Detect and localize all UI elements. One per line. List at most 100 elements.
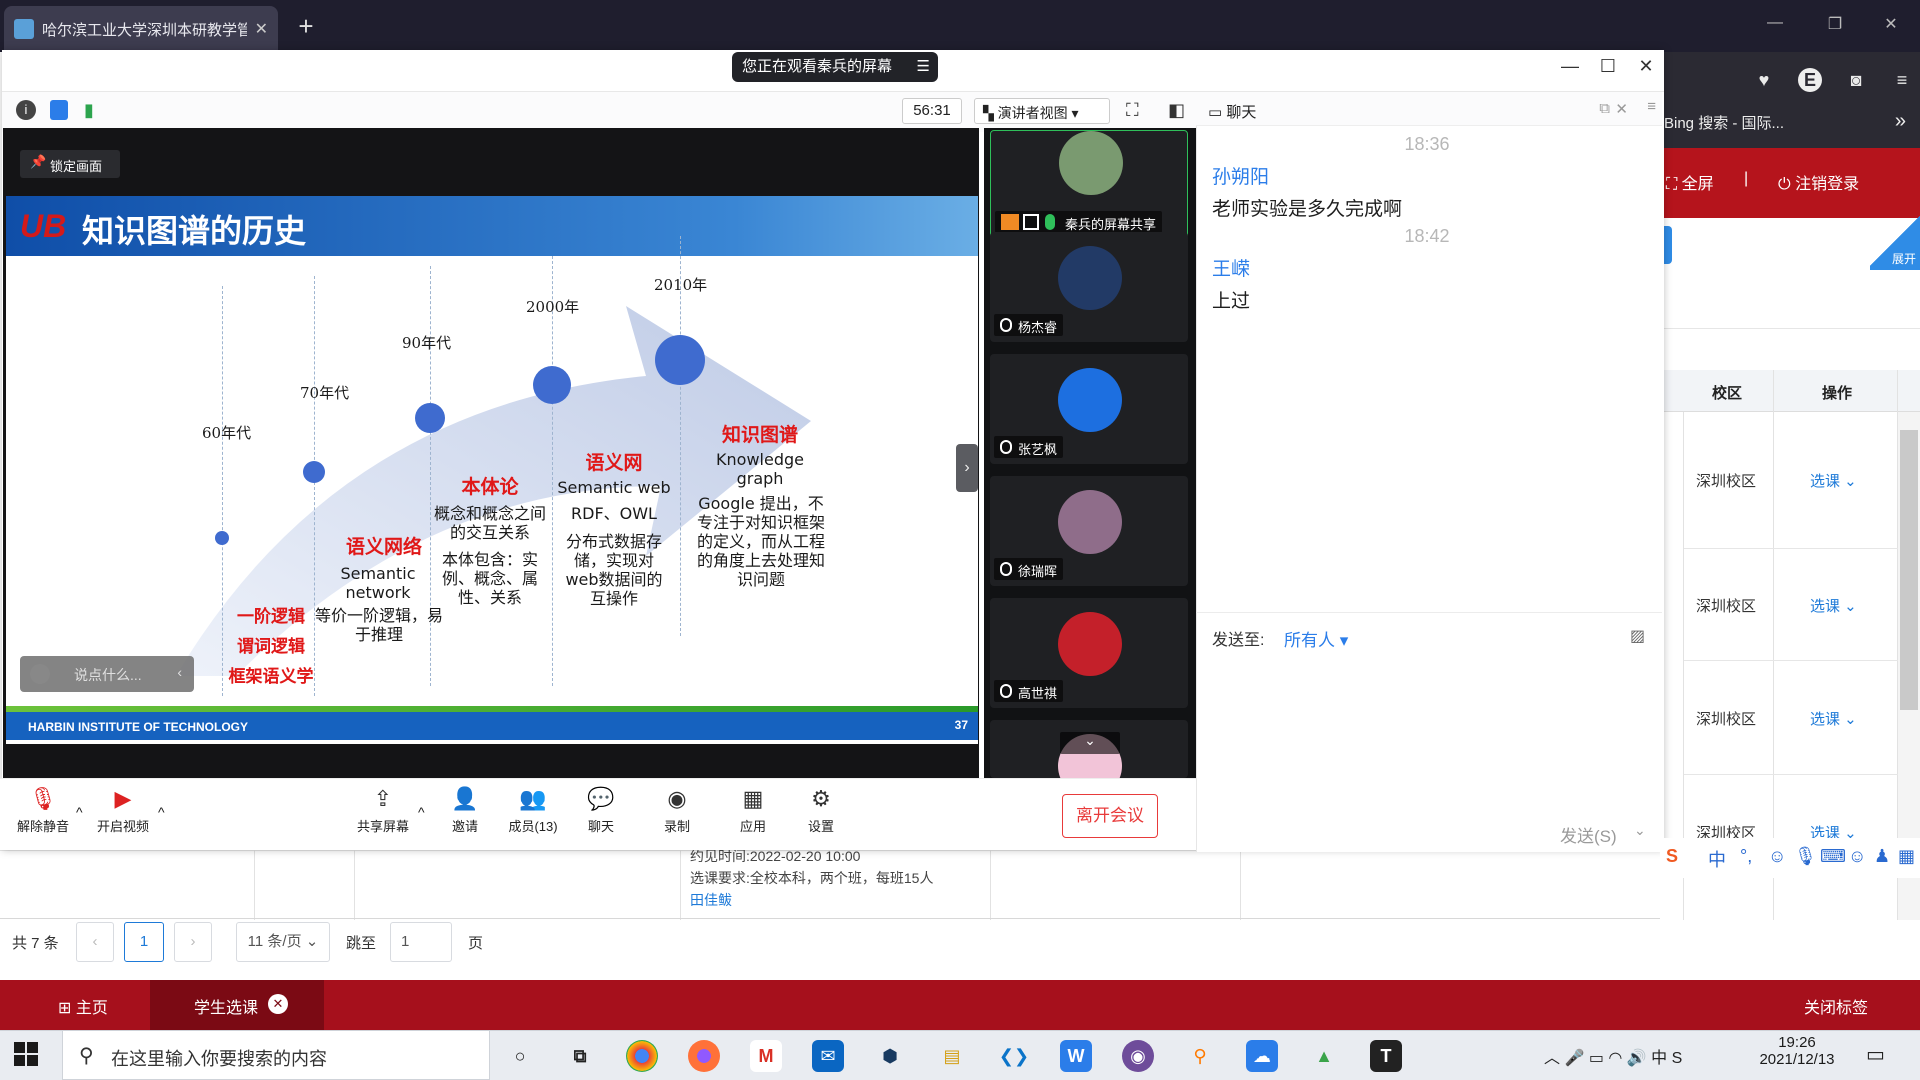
minimize-icon[interactable]: — <box>1558 56 1582 77</box>
chevron-right-icon[interactable]: » <box>1895 110 1906 133</box>
tray-icons[interactable]: ︿ 🎤 ▭ ◠ 🔊 中 S <box>1544 1044 1682 1068</box>
chevron-up-icon[interactable]: ^ <box>76 804 83 820</box>
teacher-link[interactable]: 田佳鲅 <box>690 890 732 910</box>
writer-icon[interactable]: W <box>1060 1040 1092 1072</box>
virtualbox-icon[interactable]: ⬢ <box>874 1040 906 1072</box>
security-shield-icon[interactable] <box>50 100 68 120</box>
message-sender[interactable]: 孙朔阳 <box>1212 162 1269 189</box>
unmute-button[interactable]: 🎙 解除静音 <box>8 786 78 835</box>
student-course-tab[interactable]: 学生选课 ✕ <box>150 980 324 1030</box>
close-icon[interactable]: ✕ <box>1634 56 1658 77</box>
logout-link[interactable]: ⏻ 注销登录 <box>1778 170 1859 194</box>
minimize-icon[interactable]: — <box>1760 14 1790 32</box>
browser-tab[interactable]: 哈尔滨工业大学深圳本研教学管 ✕ <box>4 6 278 52</box>
mail-icon[interactable]: ✉ <box>812 1040 844 1072</box>
firefox-icon[interactable] <box>688 1040 720 1072</box>
popout-icon[interactable]: ⧉ <box>1599 100 1610 117</box>
prev-page-button[interactable]: ‹ <box>76 922 114 962</box>
vr-icon[interactable]: ◙ <box>1844 68 1868 92</box>
video-tile[interactable]: 秦兵的屏幕共享 <box>990 130 1188 240</box>
chevron-left-icon[interactable]: ‹ <box>177 664 182 680</box>
next-page-button[interactable]: › <box>174 922 212 962</box>
chat-input[interactable] <box>1212 650 1646 810</box>
select-course-link[interactable]: 选课 ⌄ <box>1810 470 1857 491</box>
current-page[interactable]: 1 <box>124 922 164 962</box>
cortana-icon[interactable]: ○ <box>504 1040 536 1072</box>
fullscreen-link[interactable]: ⛶ 全屏 <box>1666 170 1714 194</box>
gmail-icon[interactable]: M <box>750 1040 782 1072</box>
select-course-link[interactable]: 选课 ⌄ <box>1810 595 1857 616</box>
notification-icon[interactable]: ▭ <box>1866 1042 1885 1067</box>
lock-screen-button[interactable]: 📌 锁定画面 <box>20 150 120 178</box>
ime-lang[interactable]: 中 <box>1708 846 1726 872</box>
maximize-icon[interactable]: ☐ <box>1596 56 1620 77</box>
send-button[interactable]: 发送(S) <box>1560 822 1617 847</box>
scrollbar-thumb[interactable] <box>1900 430 1918 710</box>
scroll-down-icon[interactable]: ⌄ <box>1060 732 1120 754</box>
new-tab-icon[interactable]: + <box>292 12 320 40</box>
close-window-icon[interactable]: ✕ <box>1876 14 1906 34</box>
record-button[interactable]: ◉ 录制 <box>642 786 712 835</box>
chevron-down-icon[interactable]: ⌄ <box>1634 822 1646 839</box>
windows-start-icon[interactable] <box>14 1042 40 1068</box>
video-tile[interactable]: ⌄ <box>990 720 1188 778</box>
ime-toolbar[interactable]: S 中 °, ☺ 🎙 ⌨ ☺ ♟ ▦ <box>1660 838 1920 878</box>
restore-icon[interactable]: ❐ <box>1820 14 1850 34</box>
fullscreen-icon[interactable]: ⛶ <box>1126 100 1139 121</box>
signal-icon[interactable]: ▮ <box>84 100 94 121</box>
apps-button[interactable]: ▦ 应用 <box>718 786 788 835</box>
layout-icon[interactable]: ◧ <box>1168 100 1185 121</box>
vscode-icon[interactable]: ❮❯ <box>998 1040 1030 1072</box>
video-tile[interactable]: 高世祺 <box>990 598 1188 708</box>
home-tab[interactable]: ⊞ 主页 <box>58 994 108 1018</box>
chevron-up-icon[interactable]: ^ <box>158 804 165 820</box>
settings-button[interactable]: ⚙ 设置 <box>786 786 856 835</box>
taskbar-search[interactable]: ⚲ 在这里输入你要搜索的内容 <box>62 1030 490 1080</box>
info-icon[interactable]: i <box>16 100 36 120</box>
video-tile[interactable]: 徐瑞晖 <box>990 476 1188 586</box>
tencent-meeting-icon[interactable]: ☁ <box>1246 1040 1278 1072</box>
sogou-icon[interactable]: S <box>1666 846 1678 867</box>
video-tile[interactable]: 杨杰睿 <box>990 232 1188 342</box>
search-tool-icon[interactable]: ⚲ <box>1184 1040 1216 1072</box>
menu-icon[interactable]: ≡ <box>1890 68 1914 92</box>
chat-menu-icon[interactable]: ≡ <box>1647 98 1656 115</box>
skin-icon[interactable]: ♟ <box>1874 846 1890 867</box>
close-tab-icon[interactable]: ✕ <box>268 994 288 1014</box>
system-clock[interactable]: 19:26 2021/12/13 <box>1752 1034 1842 1078</box>
file-explorer-icon[interactable]: ▤ <box>936 1040 968 1072</box>
image-icon[interactable]: ▨ <box>1630 626 1645 646</box>
start-video-button[interactable]: ▶ 开启视频 <box>88 786 158 835</box>
list-icon[interactable]: ☰ <box>917 52 930 82</box>
user-icon[interactable]: ☺ <box>1848 846 1866 867</box>
emoji-icon[interactable]: ☺ <box>1768 846 1786 867</box>
video-tile[interactable]: 张艺枫 <box>990 354 1188 464</box>
select-course-link[interactable]: 选课 ⌄ <box>1810 708 1857 729</box>
jump-input[interactable]: 1 <box>390 922 452 962</box>
share-screen-button[interactable]: ⇪ 共享屏幕 <box>348 786 418 835</box>
tab-close-icon[interactable]: ✕ <box>255 19 268 39</box>
app-icon[interactable]: ▲ <box>1308 1040 1340 1072</box>
github-icon[interactable]: ◉ <box>1122 1040 1154 1072</box>
invite-button[interactable]: 👤 邀请 <box>430 786 500 835</box>
expand-button[interactable]: 展开 <box>1870 212 1920 270</box>
collapse-video-button[interactable]: › <box>956 444 978 492</box>
close-chat-icon[interactable]: ✕ <box>1615 100 1628 118</box>
emoji-icon[interactable] <box>30 664 50 684</box>
chevron-up-icon[interactable]: ^ <box>418 804 425 820</box>
keyboard-icon[interactable]: ⌨ <box>1820 846 1846 867</box>
close-tabs-button[interactable]: 关闭标签 <box>1804 994 1868 1018</box>
chrome-icon[interactable] <box>626 1040 658 1072</box>
danmaku-input[interactable]: 说点什么... ‹ <box>20 656 194 692</box>
page-size-select[interactable]: 11 条/页 ⌄ <box>236 922 330 962</box>
bing-tab[interactable]: Bing 搜索 - 国际... » <box>1660 104 1920 144</box>
grid-icon[interactable]: ▦ <box>1898 846 1915 867</box>
leave-meeting-button[interactable]: 离开会议 <box>1062 794 1158 838</box>
account-icon[interactable]: E <box>1798 68 1822 92</box>
pocket-icon[interactable]: ♥ <box>1752 68 1776 92</box>
message-sender[interactable]: 王嵘 <box>1212 254 1250 281</box>
chat-button[interactable]: 💬 聊天 <box>566 786 636 835</box>
typora-icon[interactable]: T <box>1370 1040 1402 1072</box>
task-view-icon[interactable]: ⧉ <box>564 1040 596 1072</box>
punct-icon[interactable]: °, <box>1740 846 1752 867</box>
